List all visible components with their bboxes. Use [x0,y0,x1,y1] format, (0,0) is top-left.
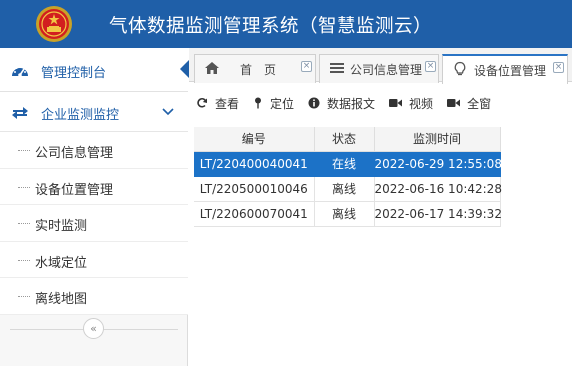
refresh-icon [197,98,207,108]
full-window-button-label: 全窗 [467,96,492,111]
data-report-button-label: 数据报文 [327,96,376,111]
locate-button[interactable]: 定位 [253,95,294,112]
sidebar-item-realtime-monitor[interactable]: 实时监测 [0,205,188,242]
close-icon[interactable]: × [553,62,564,73]
app-header: 气体数据监测管理系统（智慧监测云） [0,0,572,48]
sidebar-item-dashboard[interactable]: 管理控制台 [0,48,189,92]
cell-status: 离线 [314,176,375,202]
map-pin-icon [255,97,262,109]
cell-time: 2022-06-16 10:42:28 [374,176,502,202]
tree-connector [18,223,30,224]
exchange-arrows-icon [12,107,28,119]
active-pointer [180,60,189,78]
lightbulb-icon [454,61,466,76]
column-header-status[interactable]: 状态 [314,127,375,152]
cell-status: 在线 [314,151,375,177]
close-icon[interactable]: × [301,61,312,72]
sidebar-item-offline-map[interactable]: 离线地图 [0,278,188,315]
sidebar-item-label: 离线地图 [35,292,88,307]
national-emblem-icon [36,6,72,42]
sidebar-item-company-info[interactable]: 公司信息管理 [0,132,188,169]
table-row[interactable]: LT/220600070041 离线 2022-06-17 14:39:32 [194,201,502,227]
home-icon [205,62,219,74]
sidebar-item-label: 设备位置管理 [35,182,114,198]
tree-connector [18,186,30,188]
cell-id: LT/220600070041 [194,201,315,227]
sidebar-item-device-location[interactable]: 设备位置管理 [0,168,188,205]
tab-label: 首 页 [240,63,277,77]
info-icon [308,97,320,109]
cell-time: 2022-06-17 14:39:32 [374,201,502,227]
video-button[interactable]: 视频 [389,95,433,112]
cell-id: LT/220400040041 [194,151,315,177]
chevron-down-icon [162,108,174,116]
table-row[interactable]: LT/220400040041 在线 2022-06-29 12:55:08 [194,151,502,177]
tab-bar: 首 页 × 公司信息管理 × 设备位置管理 × [189,48,572,84]
sidebar-item-label: 实时监测 [35,219,88,234]
full-window-button[interactable]: 全窗 [447,95,491,112]
menu-icon [330,63,344,73]
table-row[interactable]: LT/220500010046 离线 2022-06-16 10:42:28 [194,176,502,202]
sidebar-collapse-bar: « [0,316,188,342]
sidebar: 管理控制台 企业监测监控 公司信息管理 设备位置管理 实时监测 水域定位 离线地… [0,48,189,366]
tab-device-location[interactable]: 设备位置管理 × [442,54,568,84]
tree-connector [18,259,30,261]
tree-connector [18,296,30,297]
video-camera-icon [447,99,461,107]
column-header-id[interactable]: 编号 [194,127,315,152]
view-button[interactable]: 查看 [196,95,239,112]
app-title: 气体数据监测管理系统（智慧监测云） [109,16,433,37]
data-report-button[interactable]: 数据报文 [308,95,375,112]
cell-status: 离线 [314,201,375,227]
sidebar-sub-list: 公司信息管理 设备位置管理 实时监测 水域定位 离线地图 [0,132,188,315]
video-button-label: 视频 [409,96,434,111]
collapse-sidebar-button[interactable]: « [83,318,104,339]
cell-id: LT/220500010046 [194,176,315,202]
sidebar-item-water-positioning[interactable]: 水域定位 [0,241,188,278]
sidebar-group-enterprise-monitoring[interactable]: 企业监测监控 [0,92,188,132]
sidebar-item-label: 管理控制台 [41,66,107,81]
column-header-time[interactable]: 监测时间 [374,127,501,152]
close-icon[interactable]: × [425,61,436,72]
tab-label: 设备位置管理 [474,64,547,78]
sidebar-item-label: 水域定位 [35,255,88,271]
tab-label: 公司信息管理 [350,63,423,77]
view-button-label: 查看 [215,96,240,111]
cell-time: 2022-06-29 12:55:08 [374,151,502,177]
device-table: 编号 状态 监测时间 LT/220400040041 在线 2022-06-29… [194,127,502,227]
dashboard-icon [12,65,28,77]
tab-home[interactable]: 首 页 × [194,54,316,83]
tree-connector [18,150,30,151]
table-header-row: 编号 状态 监测时间 [194,127,501,152]
locate-button-label: 定位 [270,96,295,111]
sidebar-item-label: 公司信息管理 [35,146,114,161]
toolbar: 查看 定位 数据报文 视频 全窗 [196,90,505,116]
tab-company-info[interactable]: 公司信息管理 × [319,54,439,83]
video-camera-icon [389,99,403,107]
sidebar-group-label: 企业监测监控 [41,108,120,123]
